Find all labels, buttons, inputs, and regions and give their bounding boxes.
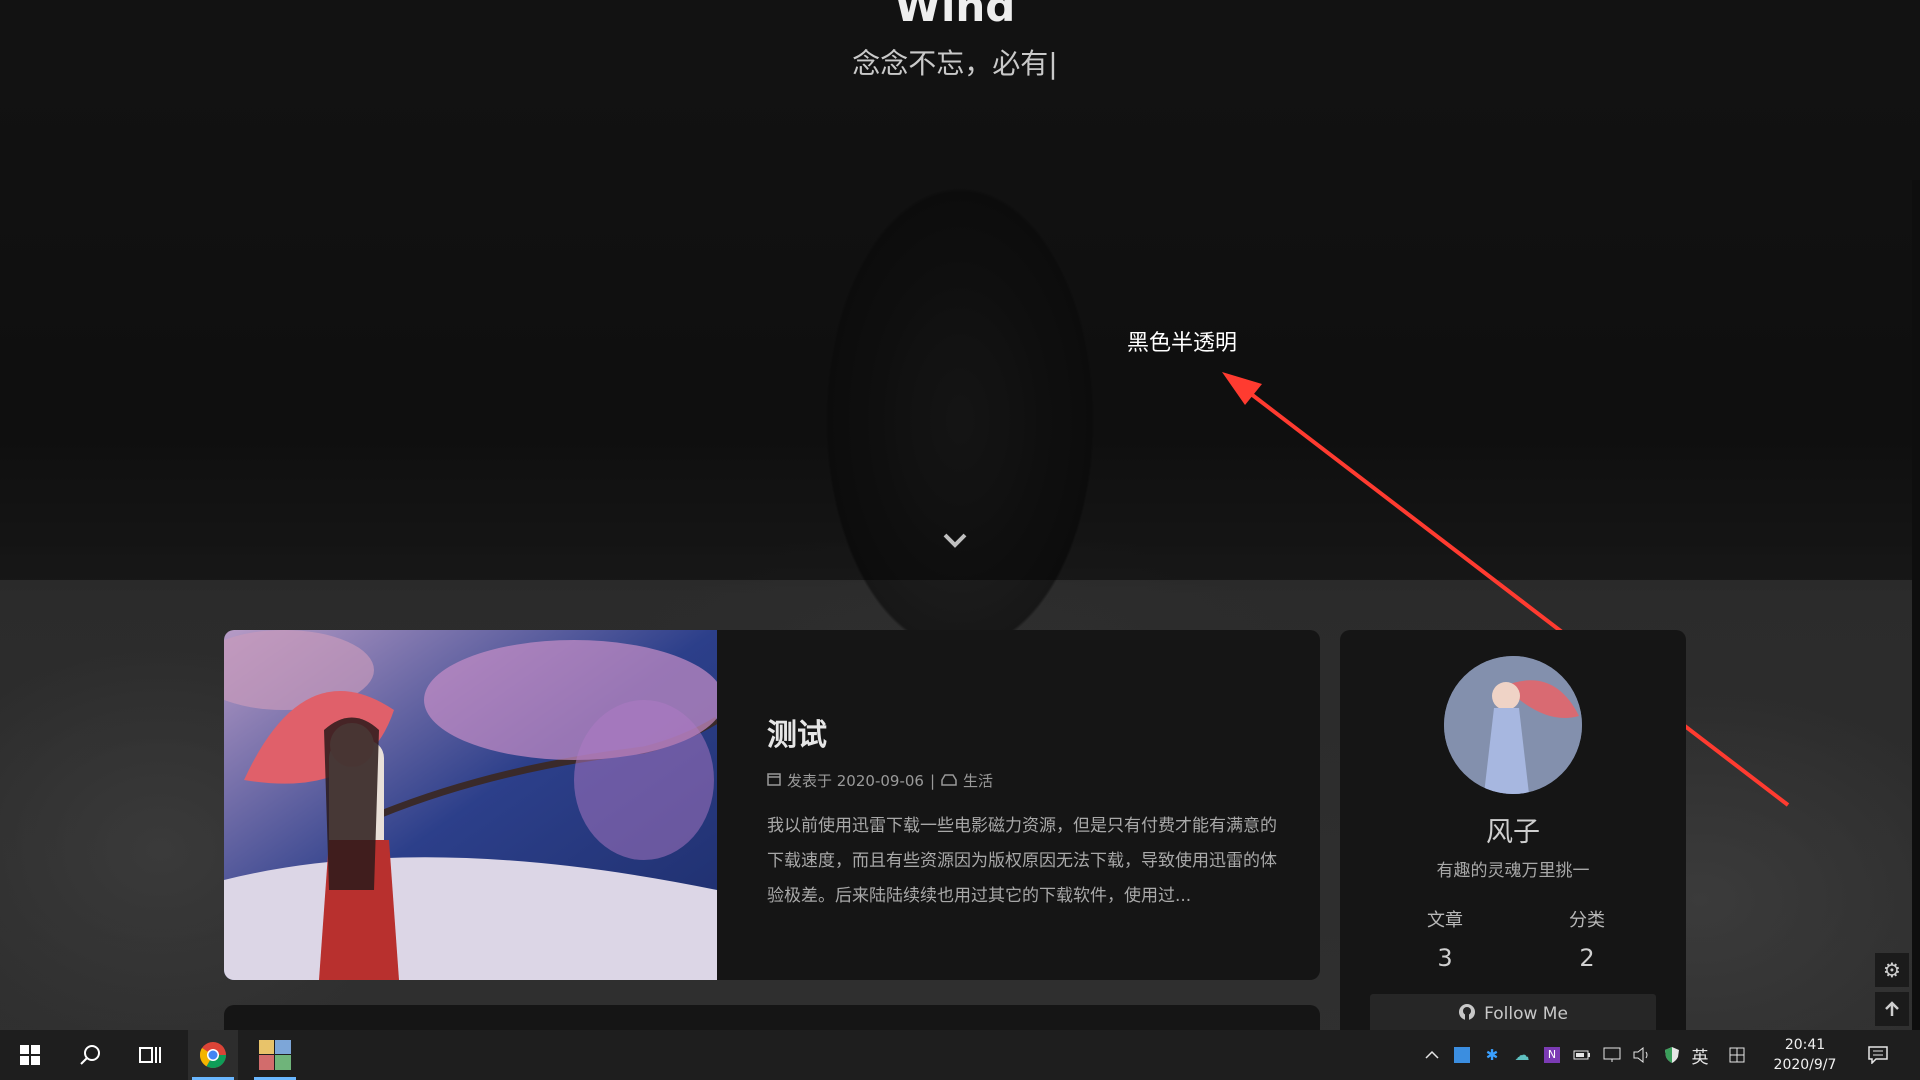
stat-articles[interactable]: 文章 3 xyxy=(1385,906,1505,972)
photos-app-icon[interactable] xyxy=(250,1030,300,1080)
settings-gear-icon[interactable]: ⚙ xyxy=(1875,953,1909,987)
task-view-icon[interactable] xyxy=(125,1030,175,1080)
chevron-up-icon[interactable] xyxy=(1422,1045,1442,1065)
stat-value: 2 xyxy=(1579,944,1595,972)
post-category[interactable]: 生活 xyxy=(963,770,993,791)
volume-icon[interactable] xyxy=(1632,1045,1652,1065)
stat-categories[interactable]: 分类 2 xyxy=(1527,906,1647,972)
post-card[interactable]: 测试 发表于 2020-09-06 | 生活 我以前使用迅雷下载一些电影磁力资源… xyxy=(224,630,1320,980)
post-meta: 发表于 2020-09-06 | 生活 xyxy=(767,770,1287,791)
site-title: Wind xyxy=(894,0,1016,31)
avatar[interactable] xyxy=(1444,656,1582,794)
ime-mode-icon[interactable] xyxy=(1727,1045,1747,1065)
inbox-icon xyxy=(941,772,957,790)
author-name: 风子 xyxy=(1486,817,1540,848)
post-thumbnail[interactable] xyxy=(224,630,717,980)
notification-center-icon[interactable] xyxy=(1868,1045,1888,1065)
stat-value: 3 xyxy=(1437,944,1453,972)
hero-overlay xyxy=(0,0,1920,580)
chrome-app-icon[interactable] xyxy=(188,1030,238,1080)
github-icon xyxy=(1458,1003,1476,1026)
display-icon[interactable] xyxy=(1602,1045,1622,1065)
scroll-down-icon[interactable] xyxy=(940,525,970,555)
author-motto: 有趣的灵魂万里挑一 xyxy=(1436,861,1590,881)
search-icon[interactable] xyxy=(65,1030,115,1080)
post-excerpt: 我以前使用迅雷下载一些电影磁力资源，但是只有付费才能有满意的下载速度，而且有些资… xyxy=(767,816,1277,906)
clock-date: 2020/9/7 xyxy=(1773,1057,1837,1073)
system-clock[interactable]: 20:41 2020/9/7 xyxy=(1765,1035,1845,1075)
security-shield-icon[interactable] xyxy=(1662,1045,1682,1065)
network-app-icon[interactable]: ☁ xyxy=(1512,1045,1532,1065)
page-scrollbar[interactable] xyxy=(1912,180,1920,1030)
back-to-top-icon[interactable] xyxy=(1875,992,1909,1026)
profile-card: 风子 有趣的灵魂万里挑一 文章 3 分类 2 Follow Me xyxy=(1340,630,1686,1050)
app-tray-icon[interactable] xyxy=(1452,1045,1472,1065)
bluetooth-icon[interactable]: ✱ xyxy=(1482,1045,1502,1065)
follow-button[interactable]: Follow Me xyxy=(1370,994,1656,1034)
site-subtitle: 念念不忘，必有| xyxy=(852,47,1058,80)
stat-label: 文章 xyxy=(1427,910,1463,931)
battery-icon[interactable] xyxy=(1572,1045,1592,1065)
post-title[interactable]: 测试 xyxy=(767,710,1287,754)
post-date: 发表于 2020-09-06 xyxy=(787,772,924,790)
annotation-label: 黑色半透明 xyxy=(1127,331,1238,356)
onenote-icon[interactable]: N xyxy=(1542,1045,1562,1065)
ime-language-indicator[interactable]: 英 xyxy=(1690,1045,1710,1068)
taskbar: ✱ ☁ N 英 20:41 2020/9/7 xyxy=(0,1030,1920,1080)
meta-separator: | xyxy=(929,771,936,790)
stat-label: 分类 xyxy=(1569,910,1605,931)
follow-label: Follow Me xyxy=(1484,1004,1568,1024)
calendar-icon xyxy=(767,772,781,790)
clock-time: 20:41 xyxy=(1784,1037,1826,1053)
windows-start-icon[interactable] xyxy=(5,1030,55,1080)
